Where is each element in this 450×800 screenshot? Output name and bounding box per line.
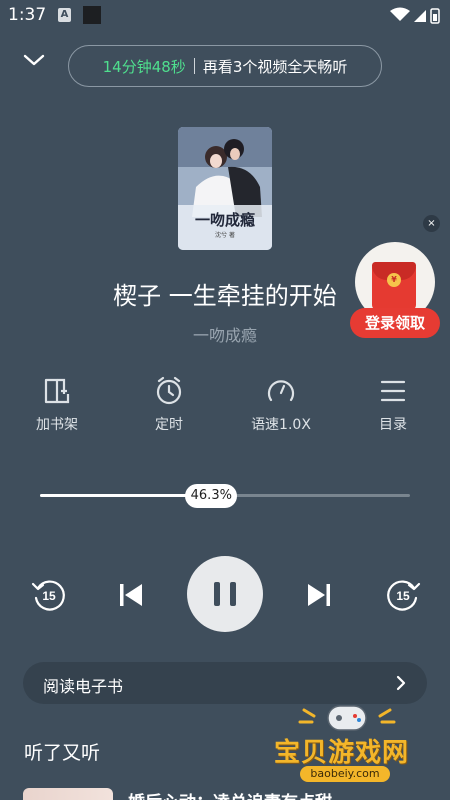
status-time: 1:37	[8, 5, 47, 25]
timer-promo-text: 再看3个视频全天畅听	[202, 57, 348, 76]
table-of-contents-button[interactable]: 目录	[353, 376, 433, 434]
gamepad-icon	[298, 705, 396, 731]
watermark-url: baobeiy.com	[300, 766, 390, 782]
tool-label: 加书架	[36, 417, 78, 433]
free-listen-timer-pill[interactable]: 14分钟48秒 再看3个视频全天畅听	[68, 45, 382, 87]
coin-icon: ¥	[387, 273, 401, 287]
playback-speed-button[interactable]: 语速1.0X	[241, 376, 321, 434]
rewind-15-icon[interactable]: 15	[30, 576, 68, 614]
timer-remaining: 14分钟48秒	[102, 57, 186, 76]
pause-icon	[214, 582, 220, 606]
notification-square-icon	[83, 6, 101, 24]
next-chapter-icon[interactable]	[304, 580, 334, 610]
add-bookshelf-icon	[44, 378, 70, 404]
read-ebook-button[interactable]: 阅读电子书	[23, 662, 427, 704]
tool-label: 目录	[379, 417, 407, 433]
forward-seconds: 15	[396, 589, 410, 603]
pause-button[interactable]	[187, 556, 263, 632]
recommend-cover[interactable]	[23, 788, 113, 800]
speed-gauge-icon	[267, 380, 295, 402]
add-bookshelf-button[interactable]: 加书架	[17, 376, 97, 434]
previous-chapter-icon[interactable]	[116, 580, 146, 610]
forward-15-icon[interactable]: 15	[384, 576, 422, 614]
section-title: 听了又听	[24, 742, 101, 764]
status-bar: 1:37 A	[0, 0, 450, 32]
read-ebook-label: 阅读电子书	[43, 677, 124, 696]
watermark-logo: 宝贝游戏网 baobeiy.com	[272, 700, 422, 800]
signal-battery-icons	[390, 7, 440, 24]
menu-list-icon	[380, 380, 406, 402]
tool-label: 定时	[155, 417, 183, 433]
alarm-clock-icon	[156, 376, 182, 405]
sleep-timer-button[interactable]: 定时	[129, 376, 209, 434]
rewind-seconds: 15	[42, 589, 56, 603]
notification-a-icon: A	[58, 8, 71, 22]
cover-author: 沈兮 著	[215, 232, 235, 239]
login-claim-button[interactable]: 登录领取	[350, 308, 440, 338]
book-cover[interactable]: 一吻成瘾 沈兮 著	[178, 127, 272, 250]
tool-label: 语速1.0X	[251, 417, 311, 433]
watermark-title: 宝贝游戏网	[274, 738, 410, 768]
wifi-icon	[390, 7, 410, 21]
collapse-chevron-icon[interactable]	[20, 46, 48, 74]
red-envelope-icon[interactable]: ¥	[372, 262, 416, 310]
red-packet-close-button[interactable]: ×	[423, 215, 440, 232]
progress-thumb[interactable]: 46.3%	[185, 484, 238, 508]
cover-title: 一吻成瘾	[194, 211, 255, 229]
divider	[193, 58, 195, 74]
cell-signal-icon	[414, 10, 426, 22]
chevron-right-icon	[396, 675, 406, 691]
